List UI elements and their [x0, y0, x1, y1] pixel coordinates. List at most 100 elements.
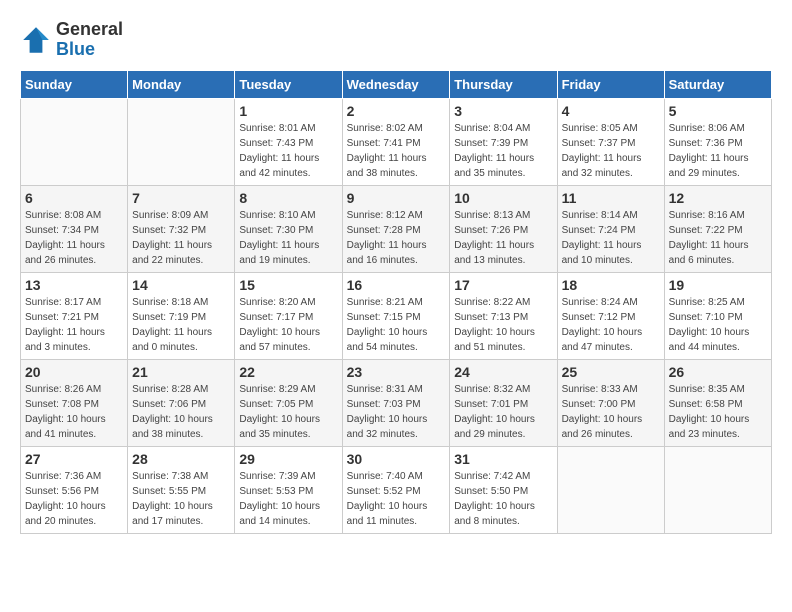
calendar-cell: 26 Sunrise: 8:35 AM Sunset: 6:58 PM Dayli… — [664, 359, 771, 446]
logo: General Blue — [20, 20, 123, 60]
day-info: Sunrise: 7:40 AM Sunset: 5:52 PM Dayligh… — [347, 469, 446, 529]
day-number: 15 — [239, 277, 337, 293]
calendar-cell: 12Sunrise: 8:16 AM Sunset: 7:22 PM Dayli… — [664, 185, 771, 272]
calendar-cell: 9 Sunrise: 8:12 AM Sunset: 7:28 PM Daylig… — [342, 185, 450, 272]
day-number: 4 — [562, 103, 660, 119]
calendar-cell: 25 Sunrise: 8:33 AM Sunset: 7:00 PM Dayli… — [557, 359, 664, 446]
day-info: Sunrise: 8:05 AM Sunset: 7:37 PM Dayligh… — [562, 121, 660, 181]
day-number: 25 — [562, 364, 660, 380]
day-info: Sunrise: 7:42 AM Sunset: 5:50 PM Dayligh… — [454, 469, 552, 529]
day-number: 22 — [239, 364, 337, 380]
logo-text-blue: Blue — [56, 40, 123, 60]
day-info: Sunrise: 8:12 AM Sunset: 7:28 PM Dayligh… — [347, 208, 446, 268]
calendar-cell — [21, 98, 128, 185]
day-number: 3 — [454, 103, 552, 119]
calendar-cell: 22 Sunrise: 8:29 AM Sunset: 7:05 PM Dayli… — [235, 359, 342, 446]
day-info: Sunrise: 8:01 AM Sunset: 7:43 PM Dayligh… — [239, 121, 337, 181]
calendar-cell: 7 Sunrise: 8:09 AM Sunset: 7:32 PM Daylig… — [128, 185, 235, 272]
calendar-cell: 18 Sunrise: 8:24 AM Sunset: 7:12 PM Dayli… — [557, 272, 664, 359]
calendar-cell: 6 Sunrise: 8:08 AM Sunset: 7:34 PM Daylig… — [21, 185, 128, 272]
calendar-week-row: 20 Sunrise: 8:26 AM Sunset: 7:08 PM Dayli… — [21, 359, 772, 446]
calendar-cell: 28Sunrise: 7:38 AM Sunset: 5:55 PM Dayli… — [128, 446, 235, 533]
calendar-cell: 17Sunrise: 8:22 AM Sunset: 7:13 PM Dayli… — [450, 272, 557, 359]
day-number: 6 — [25, 190, 123, 206]
day-info: Sunrise: 8:18 AM Sunset: 7:19 PM Dayligh… — [132, 295, 230, 355]
day-number: 2 — [347, 103, 446, 119]
day-info: Sunrise: 8:08 AM Sunset: 7:34 PM Dayligh… — [25, 208, 123, 268]
calendar-table: SundayMondayTuesdayWednesdayThursdayFrid… — [20, 70, 772, 534]
calendar-cell: 24 Sunrise: 8:32 AM Sunset: 7:01 PM Dayli… — [450, 359, 557, 446]
day-info: Sunrise: 8:29 AM Sunset: 7:05 PM Dayligh… — [239, 382, 337, 442]
day-number: 30 — [347, 451, 446, 467]
calendar-week-row: 27 Sunrise: 7:36 AM Sunset: 5:56 PM Dayli… — [21, 446, 772, 533]
day-number: 7 — [132, 190, 230, 206]
day-number: 29 — [239, 451, 337, 467]
calendar-cell: 13 Sunrise: 8:17 AM Sunset: 7:21 PM Dayli… — [21, 272, 128, 359]
day-info: Sunrise: 8:14 AM Sunset: 7:24 PM Dayligh… — [562, 208, 660, 268]
day-number: 9 — [347, 190, 446, 206]
day-number: 20 — [25, 364, 123, 380]
day-info: Sunrise: 8:24 AM Sunset: 7:12 PM Dayligh… — [562, 295, 660, 355]
day-number: 12 — [669, 190, 767, 206]
day-info: Sunrise: 8:28 AM Sunset: 7:06 PM Dayligh… — [132, 382, 230, 442]
day-info: Sunrise: 8:09 AM Sunset: 7:32 PM Dayligh… — [132, 208, 230, 268]
day-info: Sunrise: 8:06 AM Sunset: 7:36 PM Dayligh… — [669, 121, 767, 181]
day-info: Sunrise: 8:20 AM Sunset: 7:17 PM Dayligh… — [239, 295, 337, 355]
day-info: Sunrise: 8:32 AM Sunset: 7:01 PM Dayligh… — [454, 382, 552, 442]
calendar-cell: 27 Sunrise: 7:36 AM Sunset: 5:56 PM Dayli… — [21, 446, 128, 533]
day-number: 27 — [25, 451, 123, 467]
calendar-header-row: SundayMondayTuesdayWednesdayThursdayFrid… — [21, 70, 772, 98]
calendar-cell: 23Sunrise: 8:31 AM Sunset: 7:03 PM Dayli… — [342, 359, 450, 446]
calendar-cell: 8Sunrise: 8:10 AM Sunset: 7:30 PM Daylig… — [235, 185, 342, 272]
calendar-cell: 3 Sunrise: 8:04 AM Sunset: 7:39 PM Daylig… — [450, 98, 557, 185]
day-number: 5 — [669, 103, 767, 119]
calendar-cell: 15 Sunrise: 8:20 AM Sunset: 7:17 PM Dayli… — [235, 272, 342, 359]
day-info: Sunrise: 8:13 AM Sunset: 7:26 PM Dayligh… — [454, 208, 552, 268]
day-info: Sunrise: 8:10 AM Sunset: 7:30 PM Dayligh… — [239, 208, 337, 268]
page-header: General Blue — [20, 20, 772, 60]
calendar-cell: 5 Sunrise: 8:06 AM Sunset: 7:36 PM Daylig… — [664, 98, 771, 185]
day-info: Sunrise: 8:25 AM Sunset: 7:10 PM Dayligh… — [669, 295, 767, 355]
day-header-saturday: Saturday — [664, 70, 771, 98]
logo-text-general: General — [56, 20, 123, 40]
day-number: 21 — [132, 364, 230, 380]
day-info: Sunrise: 8:33 AM Sunset: 7:00 PM Dayligh… — [562, 382, 660, 442]
calendar-cell: 10 Sunrise: 8:13 AM Sunset: 7:26 PM Dayli… — [450, 185, 557, 272]
day-number: 28 — [132, 451, 230, 467]
calendar-cell — [664, 446, 771, 533]
day-number: 10 — [454, 190, 552, 206]
calendar-cell: 19 Sunrise: 8:25 AM Sunset: 7:10 PM Dayli… — [664, 272, 771, 359]
day-info: Sunrise: 8:02 AM Sunset: 7:41 PM Dayligh… — [347, 121, 446, 181]
day-number: 26 — [669, 364, 767, 380]
day-info: Sunrise: 7:36 AM Sunset: 5:56 PM Dayligh… — [25, 469, 123, 529]
day-info: Sunrise: 8:17 AM Sunset: 7:21 PM Dayligh… — [25, 295, 123, 355]
calendar-cell: 11Sunrise: 8:14 AM Sunset: 7:24 PM Dayli… — [557, 185, 664, 272]
day-info: Sunrise: 8:22 AM Sunset: 7:13 PM Dayligh… — [454, 295, 552, 355]
day-number: 18 — [562, 277, 660, 293]
day-info: Sunrise: 8:26 AM Sunset: 7:08 PM Dayligh… — [25, 382, 123, 442]
calendar-cell: 31Sunrise: 7:42 AM Sunset: 5:50 PM Dayli… — [450, 446, 557, 533]
day-info: Sunrise: 8:21 AM Sunset: 7:15 PM Dayligh… — [347, 295, 446, 355]
day-header-wednesday: Wednesday — [342, 70, 450, 98]
calendar-cell: 4 Sunrise: 8:05 AM Sunset: 7:37 PM Daylig… — [557, 98, 664, 185]
day-header-friday: Friday — [557, 70, 664, 98]
calendar-week-row: 13 Sunrise: 8:17 AM Sunset: 7:21 PM Dayli… — [21, 272, 772, 359]
day-header-sunday: Sunday — [21, 70, 128, 98]
day-number: 19 — [669, 277, 767, 293]
day-number: 16 — [347, 277, 446, 293]
calendar-week-row: 1 Sunrise: 8:01 AM Sunset: 7:43 PM Daylig… — [21, 98, 772, 185]
day-header-tuesday: Tuesday — [235, 70, 342, 98]
day-header-thursday: Thursday — [450, 70, 557, 98]
day-info: Sunrise: 8:35 AM Sunset: 6:58 PM Dayligh… — [669, 382, 767, 442]
day-number: 24 — [454, 364, 552, 380]
calendar-cell: 2 Sunrise: 8:02 AM Sunset: 7:41 PM Daylig… — [342, 98, 450, 185]
day-info: Sunrise: 8:31 AM Sunset: 7:03 PM Dayligh… — [347, 382, 446, 442]
calendar-cell: 30 Sunrise: 7:40 AM Sunset: 5:52 PM Dayli… — [342, 446, 450, 533]
day-info: Sunrise: 8:04 AM Sunset: 7:39 PM Dayligh… — [454, 121, 552, 181]
calendar-cell — [557, 446, 664, 533]
calendar-cell: 16 Sunrise: 8:21 AM Sunset: 7:15 PM Dayli… — [342, 272, 450, 359]
calendar-cell: 29Sunrise: 7:39 AM Sunset: 5:53 PM Dayli… — [235, 446, 342, 533]
calendar-cell: 1 Sunrise: 8:01 AM Sunset: 7:43 PM Daylig… — [235, 98, 342, 185]
day-number: 13 — [25, 277, 123, 293]
day-number: 1 — [239, 103, 337, 119]
